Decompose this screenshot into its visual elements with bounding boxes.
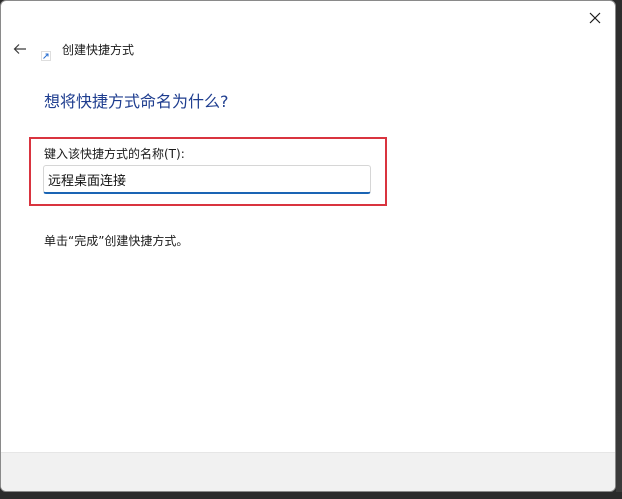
close-button[interactable] — [581, 5, 609, 31]
dialog-footer — [1, 452, 615, 491]
close-icon — [589, 12, 601, 24]
background-window-edge — [616, 0, 622, 499]
finish-hint: 单击“完成”创建快捷方式。 — [44, 234, 189, 248]
create-shortcut-dialog: 创建快捷方式 想将快捷方式命名为什么? 键入该快捷方式的名称(T): 单击“完成… — [0, 0, 616, 492]
background-edge — [0, 492, 622, 499]
page-heading: 想将快捷方式命名为什么? — [44, 92, 229, 111]
back-button[interactable] — [11, 40, 29, 58]
shortcut-name-label: 键入该快捷方式的名称(T): — [44, 147, 185, 161]
back-arrow-icon — [13, 44, 26, 54]
shortcut-icon — [41, 46, 51, 61]
shortcut-name-input[interactable] — [43, 165, 371, 194]
window-title: 创建快捷方式 — [62, 43, 135, 57]
